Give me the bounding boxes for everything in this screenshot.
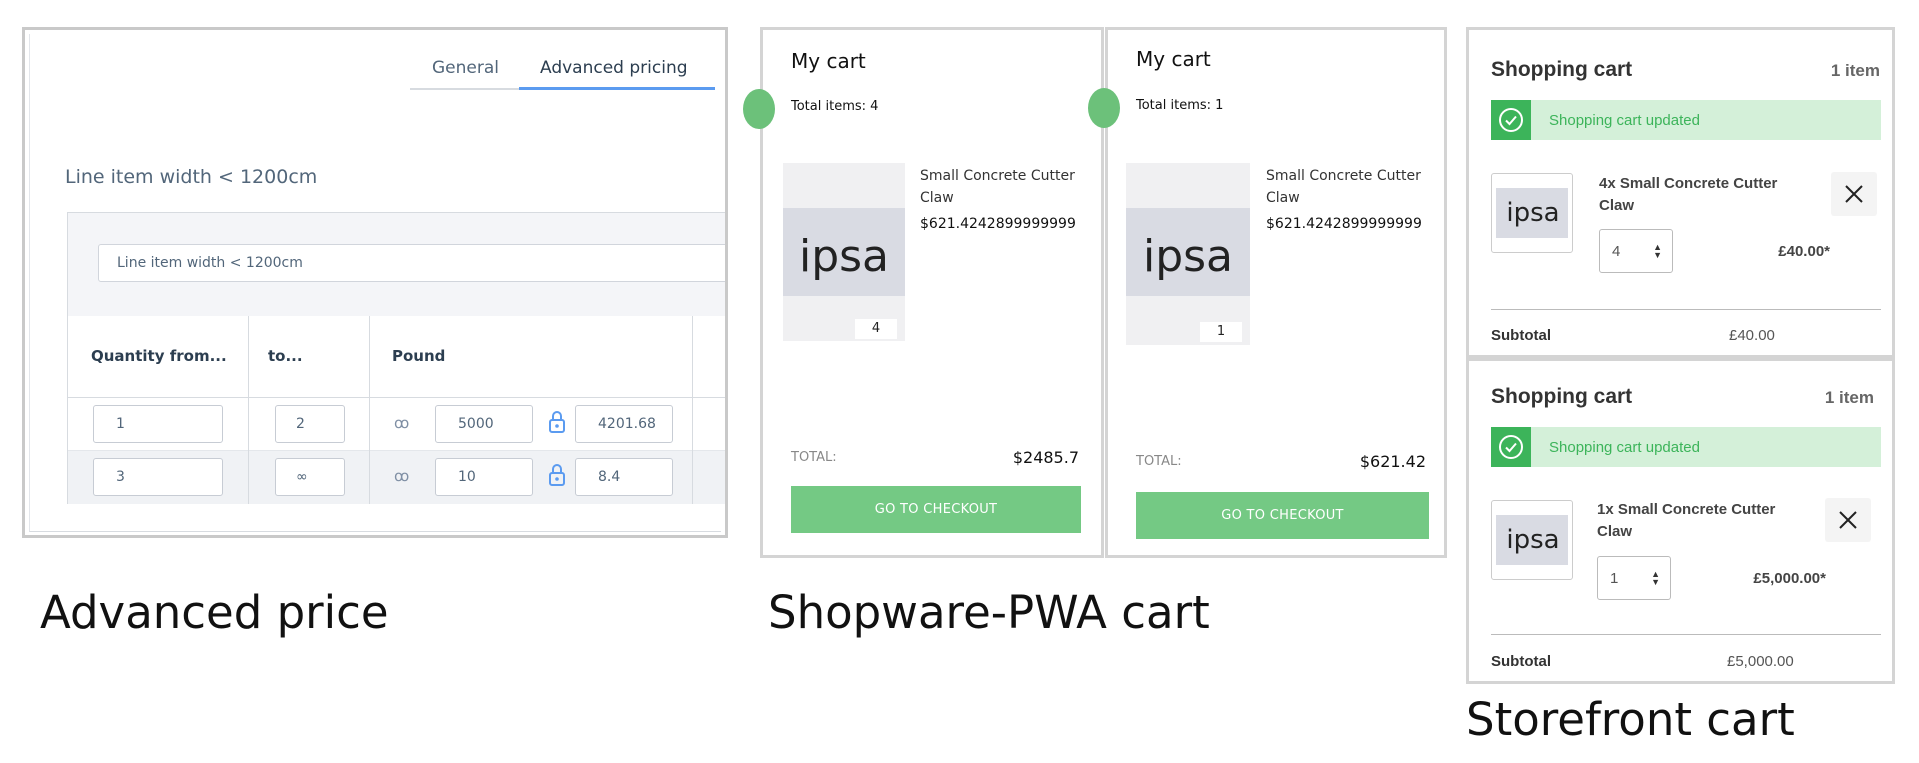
tab-bar: General Advanced pricing [410,50,715,90]
success-alert: Shopping cart updated [1491,100,1881,140]
cart-title: My cart [1136,47,1211,71]
storefront-cart-panel: Shopping cart 1 item Shopping cart updat… [1466,358,1895,684]
product-image[interactable]: ipsa [1491,173,1573,253]
quantity-badge: 4 [855,319,897,339]
subtotal-value: £40.00 [1729,327,1775,344]
advanced-pricing-panel: General Advanced pricing Line item width… [22,27,728,538]
product-price: $621.4242899999999 [1266,216,1422,232]
net-price-input[interactable]: 4201.68 [575,405,673,443]
subtotal-value: £5,000.00 [1727,653,1794,670]
lock-icon[interactable] [548,410,566,434]
select-arrows-icon: ▲ ▼ [1653,242,1662,260]
unlink-icon[interactable]: ꝏ [394,414,409,432]
rule-title: Line item width < 1200cm [65,166,318,188]
quantity-to-input[interactable]: ∞ [275,458,345,496]
close-icon [1845,185,1863,203]
caption-advanced-price: Advanced price [40,586,389,639]
column-divider [369,316,370,504]
table-row: 3 ∞ ꝏ 10 8.4 [68,451,725,504]
tab-general[interactable]: General [432,58,499,78]
gross-price-input[interactable]: 10 [435,458,533,496]
item-count: 1 item [1830,61,1880,80]
active-tab-indicator [519,87,715,90]
status-indicator [1088,88,1120,128]
caption-storefront-cart: Storefront cart [1466,693,1795,746]
rule-select-input[interactable]: Line item width < 1200cm [98,244,725,282]
gross-price-input[interactable]: 5000 [435,405,533,443]
unlink-icon[interactable]: ꝏ [394,467,409,485]
caption-pwa-cart: Shopware-PWA cart [768,586,1210,639]
alert-message: Shopping cart updated [1549,439,1700,456]
storefront-cart-panel: Shopping cart 1 item Shopping cart updat… [1466,27,1895,358]
advanced-pricing-card: General Advanced pricing Line item width… [29,34,725,532]
quantity-from-input[interactable]: 3 [93,458,223,496]
checkout-button[interactable]: GO TO CHECKOUT [1136,492,1429,539]
quantity-to-input[interactable]: 2 [275,405,345,443]
check-circle-icon [1491,100,1531,140]
image-placeholder-text: ipsa [1506,198,1560,228]
subtotal-label: Subtotal [1491,327,1551,344]
checkout-button[interactable]: GO TO CHECKOUT [791,486,1081,533]
divider [1491,634,1881,635]
total-label: TOTAL: [791,450,837,465]
product-name[interactable]: 4x Small Concrete Cutter Claw [1599,173,1799,217]
image-placeholder-text: ipsa [1142,231,1234,282]
image-placeholder-text: ipsa [1506,525,1560,555]
column-header-quantity-from: Quantity from... [91,347,227,365]
cart-title: My cart [791,49,866,73]
column-header-quantity-to: to... [268,347,303,365]
select-arrows-icon: ▲ ▼ [1651,569,1660,587]
net-price-input[interactable]: 8.4 [575,458,673,496]
subtotal-label: Subtotal [1491,653,1551,670]
price-grid: Quantity from... to... Pound 1 2 ꝏ 5000 … [67,316,725,504]
quantity-select[interactable]: 1 ▲ ▼ [1597,556,1671,600]
column-divider [692,316,693,504]
status-indicator [743,89,775,129]
table-row: 1 2 ꝏ 5000 4201.68 [68,398,725,451]
column-header-currency: Pound [392,347,446,365]
rule-selector-area: Line item width < 1200cm [67,212,725,317]
alert-message: Shopping cart updated [1549,112,1700,129]
lock-icon[interactable] [548,463,566,487]
item-count: 1 item [1824,388,1874,407]
product-price: $621.4242899999999 [920,216,1076,232]
price-grid-header: Quantity from... to... Pound [68,316,725,398]
line-item-price: £40.00* [1778,243,1830,260]
product-name[interactable]: Small Concrete Cutter Claw [920,165,1100,209]
image-placeholder-text: ipsa [798,231,890,282]
remove-item-button[interactable] [1825,498,1871,542]
total-value: $2485.7 [1012,448,1079,467]
total-items-label: Total items: 4 [791,99,879,114]
quantity-select[interactable]: 4 ▲ ▼ [1599,229,1673,273]
cart-title: Shopping cart [1491,385,1633,408]
line-item-price: £5,000.00* [1753,570,1826,587]
total-label: TOTAL: [1136,454,1182,469]
quantity-value: 1 [1610,570,1619,587]
product-image[interactable]: ipsa 1 [1126,163,1250,345]
quantity-value: 4 [1612,243,1621,260]
column-divider [248,316,249,504]
divider [1491,309,1881,310]
pwa-cart-panel: My cart Total items: 4 ipsa 4 Small Conc… [743,27,1104,558]
product-name[interactable]: Small Concrete Cutter Claw [1266,165,1446,209]
pwa-cart-panel: My cart Total items: 1 ipsa 1 Small Conc… [1088,27,1447,558]
success-alert: Shopping cart updated [1491,427,1881,467]
product-name[interactable]: 1x Small Concrete Cutter Claw [1597,499,1797,543]
cart-title: Shopping cart [1491,58,1633,81]
product-image[interactable]: ipsa 4 [783,163,905,341]
quantity-from-input[interactable]: 1 [93,405,223,443]
total-value: $621.42 [1359,452,1426,471]
close-icon [1839,511,1857,529]
tab-advanced-pricing[interactable]: Advanced pricing [540,58,688,78]
check-circle-icon [1491,427,1531,467]
quantity-badge: 1 [1200,322,1242,342]
product-image[interactable]: ipsa [1491,500,1573,580]
remove-item-button[interactable] [1831,172,1877,216]
total-items-label: Total items: 1 [1136,98,1224,113]
